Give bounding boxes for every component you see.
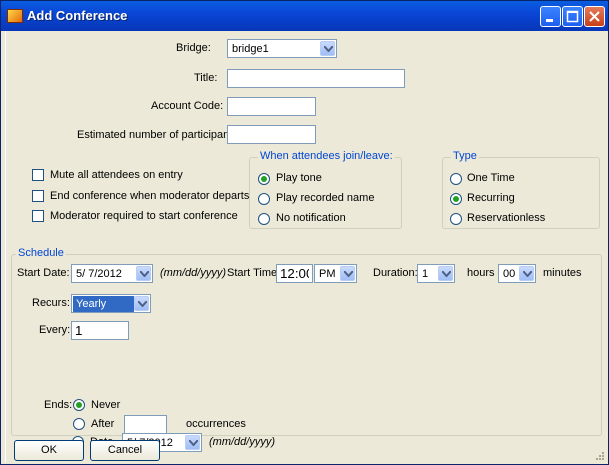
start-date-picker[interactable]: 5/ 7/2012 — [71, 264, 153, 283]
mute-label[interactable]: Mute all attendees on entry — [50, 169, 183, 181]
join-leave-caption: When attendees join/leave: — [258, 150, 395, 162]
join-leave-group: When attendees join/leave: Play tone Pla… — [249, 150, 402, 229]
account-code-input[interactable] — [227, 97, 316, 116]
participants-label: Estimated number of participants: — [77, 129, 241, 141]
recurs-value: Yearly — [73, 296, 134, 312]
occurrences-label: occurrences — [186, 418, 246, 430]
schedule-group: Schedule Start Date: 5/ 7/2012 (mm/dd/yy… — [11, 247, 602, 436]
recurring-radio[interactable] — [450, 193, 462, 205]
ampm-value: PM — [319, 268, 336, 280]
chevron-down-icon[interactable] — [519, 266, 534, 281]
duration-hours-select[interactable]: 1 — [417, 264, 455, 283]
chevron-down-icon[interactable] — [320, 41, 335, 56]
reservationless-label[interactable]: Reservationless — [467, 212, 545, 224]
start-time-label: Start Time: — [227, 267, 281, 279]
type-caption: Type — [451, 150, 479, 162]
play-recorded-name-radio[interactable] — [258, 193, 270, 205]
account-code-label: Account Code: — [151, 100, 224, 112]
play-tone-label[interactable]: Play tone — [276, 172, 322, 184]
resize-grip-icon[interactable] — [594, 450, 604, 460]
start-time-input[interactable] — [276, 264, 313, 283]
moderator-required-checkbox[interactable] — [32, 210, 44, 222]
chevron-down-icon[interactable] — [136, 266, 151, 281]
play-recorded-name-label[interactable]: Play recorded name — [276, 192, 374, 204]
ends-after-radio[interactable] — [73, 418, 85, 430]
occurrences-input[interactable] — [124, 415, 167, 434]
duration-minutes-select[interactable]: 00 — [498, 264, 536, 283]
minimize-button[interactable] — [540, 6, 561, 27]
one-time-label[interactable]: One Time — [467, 172, 515, 184]
bridge-value: bridge1 — [232, 43, 269, 55]
bridge-label: Bridge: — [176, 42, 211, 54]
add-conference-window: Add Conference Bridge: bridge1 Title: Ac… — [0, 0, 609, 465]
ok-button[interactable]: OK — [14, 440, 84, 461]
mute-checkbox[interactable] — [32, 169, 44, 181]
type-group: Type One Time Recurring Reservationless — [442, 150, 600, 229]
start-date-label: Start Date: — [17, 267, 70, 279]
end-conference-label[interactable]: End conference when moderator departs — [50, 190, 249, 202]
minutes-label: minutes — [543, 267, 582, 279]
every-label: Every: — [39, 324, 71, 336]
duration-hours-value: 1 — [422, 268, 429, 280]
schedule-caption: Schedule — [16, 247, 66, 259]
no-notification-label[interactable]: No notification — [276, 212, 346, 224]
maximize-icon — [566, 10, 579, 23]
participants-input[interactable] — [227, 125, 316, 144]
recurring-label[interactable]: Recurring — [467, 192, 515, 204]
close-icon — [589, 11, 600, 22]
recurs-select[interactable]: Yearly — [71, 294, 151, 313]
chevron-down-icon[interactable] — [134, 296, 149, 311]
title-bar[interactable]: Add Conference — [1, 1, 608, 31]
every-input[interactable] — [71, 321, 129, 340]
ends-label: Ends: — [44, 399, 73, 411]
duration-label: Duration: — [373, 267, 418, 279]
ends-date-format-hint: (mm/dd/yyyy) — [209, 436, 275, 448]
minimize-icon — [546, 19, 553, 22]
moderator-required-label[interactable]: Moderator required to start conference — [50, 210, 238, 222]
ampm-select[interactable]: PM — [314, 264, 357, 283]
reservationless-radio[interactable] — [450, 213, 462, 225]
chevron-down-icon[interactable] — [438, 266, 453, 281]
chevron-down-icon[interactable] — [340, 266, 355, 281]
bridge-select[interactable]: bridge1 — [227, 39, 337, 58]
title-input[interactable] — [227, 69, 405, 88]
recurs-label: Recurs: — [32, 297, 70, 309]
chevron-down-icon[interactable] — [185, 435, 200, 450]
no-notification-radio[interactable] — [258, 213, 270, 225]
hours-label: hours — [467, 267, 495, 279]
app-icon — [7, 9, 23, 23]
one-time-radio[interactable] — [450, 173, 462, 185]
maximize-button[interactable] — [562, 6, 583, 27]
start-date-value: 5/ 7/2012 — [76, 268, 122, 280]
dialog-body: Bridge: bridge1 Title: Account Code: Est… — [5, 31, 606, 462]
ends-never-label[interactable]: Never — [91, 399, 120, 411]
duration-minutes-value: 00 — [503, 268, 516, 280]
close-button[interactable] — [584, 6, 605, 27]
ends-after-label[interactable]: After — [91, 418, 114, 430]
window-title: Add Conference — [27, 8, 128, 23]
cancel-button[interactable]: Cancel — [90, 440, 160, 461]
play-tone-radio[interactable] — [258, 173, 270, 185]
title-label: Title: — [194, 72, 218, 84]
end-conference-checkbox[interactable] — [32, 190, 44, 202]
date-format-hint: (mm/dd/yyyy) — [160, 267, 226, 279]
ends-never-radio[interactable] — [73, 399, 85, 411]
